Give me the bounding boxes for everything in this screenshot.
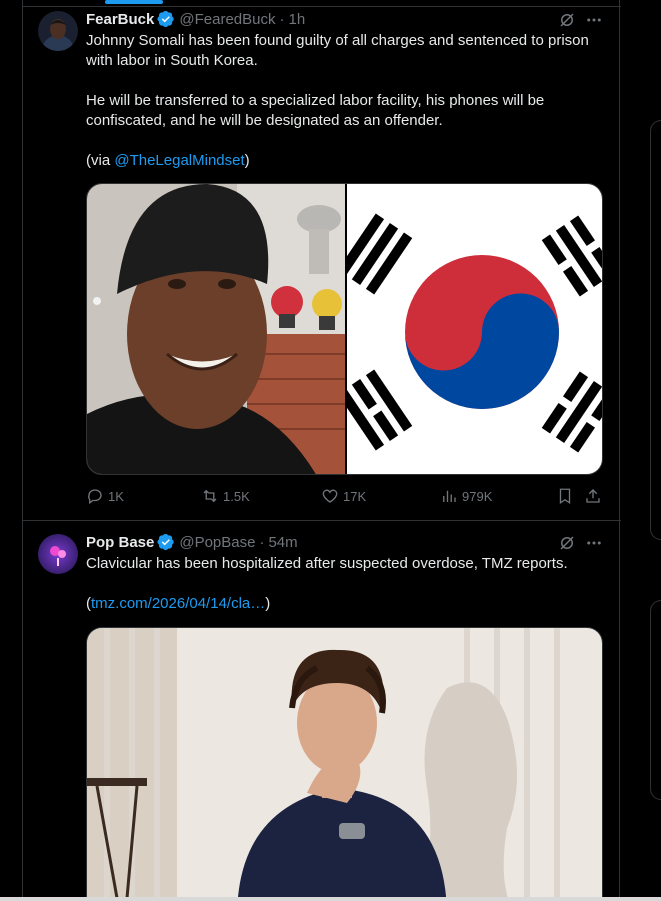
display-name[interactable]: Pop Base — [86, 534, 154, 551]
tweet-media[interactable] — [86, 183, 603, 475]
more-icon[interactable] — [585, 534, 603, 552]
grok-icon[interactable] — [558, 534, 576, 552]
tweet-paragraph: (via @TheLegalMindset) — [86, 151, 606, 171]
tweet-fearbuck[interactable]: FearBuck @FearedBuck · 1h Johnny Somali … — [23, 7, 621, 519]
repost-button[interactable]: 1.5K — [201, 487, 250, 505]
views-icon — [443, 490, 456, 502]
tweet-paragraph: Johnny Somali has been found guilty of a… — [86, 32, 589, 69]
tweet-text: Clavicular has been hospitalized after s… — [86, 554, 606, 614]
display-name[interactable]: FearBuck — [86, 11, 154, 28]
tab-indicator — [105, 0, 163, 4]
tweet-paragraph: He will be transferred to a specialized … — [86, 92, 545, 129]
photo-man-portrait[interactable] — [87, 628, 603, 901]
timestamp[interactable]: 54m — [268, 534, 297, 551]
share-icon[interactable] — [584, 487, 602, 505]
like-count: 17K — [343, 488, 367, 504]
timestamp[interactable]: 1h — [288, 11, 305, 28]
repost-count: 1.5K — [223, 488, 250, 504]
tweet-actions: 1K 1.5K 17K 979K — [86, 487, 606, 507]
reply-button[interactable]: 1K — [86, 487, 124, 505]
reply-icon — [88, 489, 102, 505]
repost-icon — [203, 489, 217, 503]
photo-south-korea-flag[interactable] — [347, 184, 603, 475]
mention-link[interactable]: @TheLegalMindset — [114, 152, 244, 169]
verified-badge-icon — [157, 10, 175, 28]
link-suffix: ) — [265, 595, 271, 612]
like-icon — [322, 489, 338, 503]
user-handle[interactable]: @PopBase — [179, 534, 255, 551]
views-count: 979K — [462, 488, 493, 504]
avatar[interactable] — [38, 11, 78, 51]
more-icon[interactable] — [585, 11, 603, 29]
separator-dot: · — [279, 10, 285, 28]
tweet-header: FearBuck @FearedBuck · 1h — [86, 9, 305, 29]
reply-count: 1K — [108, 488, 124, 504]
timeline-feed: FearBuck @FearedBuck · 1h Johnny Somali … — [22, 0, 621, 901]
via-prefix: (via — [86, 152, 115, 169]
sidebar-card — [650, 120, 661, 540]
via-suffix: ) — [244, 152, 250, 169]
verified-badge-icon — [157, 533, 175, 551]
bookmark-icon[interactable] — [556, 487, 574, 505]
tweet-text: Johnny Somali has been found guilty of a… — [86, 31, 606, 171]
tweet-media[interactable] — [86, 627, 603, 901]
tweet-paragraph: Clavicular has been hospitalized after s… — [86, 555, 568, 572]
sidebar-card — [650, 600, 661, 800]
tweet-paragraph: (tmz.com/2026/04/14/cla…) — [86, 594, 606, 614]
separator-dot: · — [259, 533, 265, 551]
like-button[interactable]: 17K — [321, 487, 366, 505]
article-link[interactable]: tmz.com/2026/04/14/cla… — [91, 595, 265, 612]
tweet-header: Pop Base @PopBase · 54m — [86, 532, 298, 552]
avatar[interactable] — [38, 534, 78, 574]
tweet-popbase[interactable]: Pop Base @PopBase · 54m Clavicular has b… — [23, 521, 621, 901]
taskbar-edge — [0, 897, 661, 901]
views-button[interactable]: 979K — [440, 487, 492, 505]
photo-man-beanie[interactable] — [87, 184, 345, 475]
user-handle[interactable]: @FearedBuck — [179, 11, 275, 28]
grok-icon[interactable] — [558, 11, 576, 29]
